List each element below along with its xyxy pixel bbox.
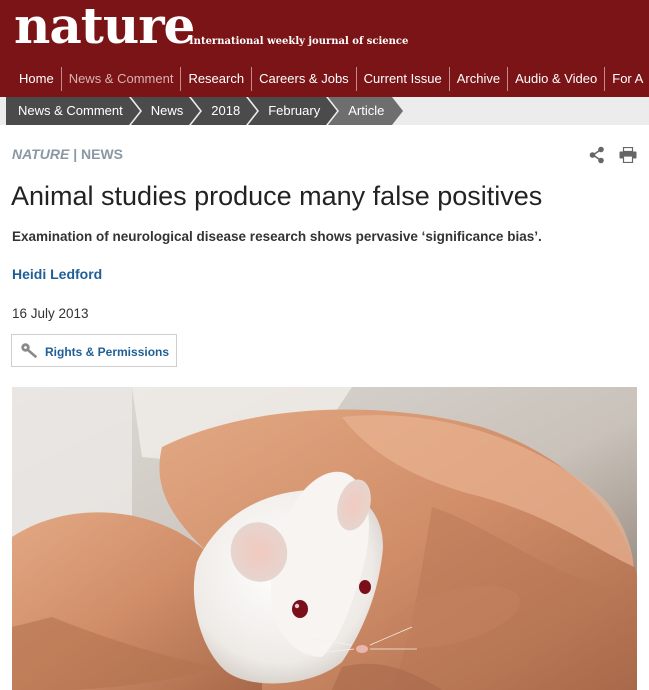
nav-item-for-authors[interactable]: For A bbox=[604, 67, 649, 91]
journal-name[interactable]: NATURE bbox=[12, 146, 69, 162]
masthead-tagline: International weekly journal of science bbox=[189, 36, 409, 47]
main-nav: Home News & Comment Research Careers & J… bbox=[0, 66, 649, 92]
key-icon bbox=[21, 343, 37, 358]
masthead: nature International weekly journal of s… bbox=[0, 0, 649, 97]
breadcrumb-news-comment[interactable]: News & Comment bbox=[6, 97, 142, 125]
article-standfirst: Examination of neurological disease rese… bbox=[12, 229, 542, 244]
section-separator: | bbox=[73, 146, 78, 162]
nav-item-home[interactable]: Home bbox=[0, 67, 61, 91]
nav-item-archive[interactable]: Archive bbox=[448, 67, 507, 91]
nav-item-research[interactable]: Research bbox=[180, 67, 251, 91]
article-author[interactable]: Heidi Ledford bbox=[12, 266, 102, 282]
publication-date: 16 July 2013 bbox=[12, 306, 89, 321]
article-title: Animal studies produce many false positi… bbox=[11, 181, 543, 211]
nature-logo[interactable]: nature bbox=[14, 0, 195, 56]
hero-image bbox=[12, 387, 637, 690]
print-icon[interactable] bbox=[619, 147, 637, 163]
nav-item-careers-jobs[interactable]: Careers & Jobs bbox=[251, 67, 356, 91]
section-name[interactable]: NEWS bbox=[81, 146, 123, 162]
nav-item-news-comment[interactable]: News & Comment bbox=[60, 67, 181, 91]
article-section-label: NATURE | NEWS bbox=[12, 146, 123, 162]
nav-item-current-issue[interactable]: Current Issue bbox=[355, 67, 449, 91]
rights-permissions-button[interactable]: Rights & Permissions bbox=[11, 334, 177, 367]
rights-permissions-label: Rights & Permissions bbox=[45, 345, 170, 359]
breadcrumb: News & Comment News 2018 February Articl… bbox=[6, 97, 406, 125]
share-icon[interactable] bbox=[588, 146, 606, 164]
breadcrumb-february[interactable]: February bbox=[248, 97, 340, 125]
nav-item-audio-video[interactable]: Audio & Video bbox=[507, 67, 604, 91]
